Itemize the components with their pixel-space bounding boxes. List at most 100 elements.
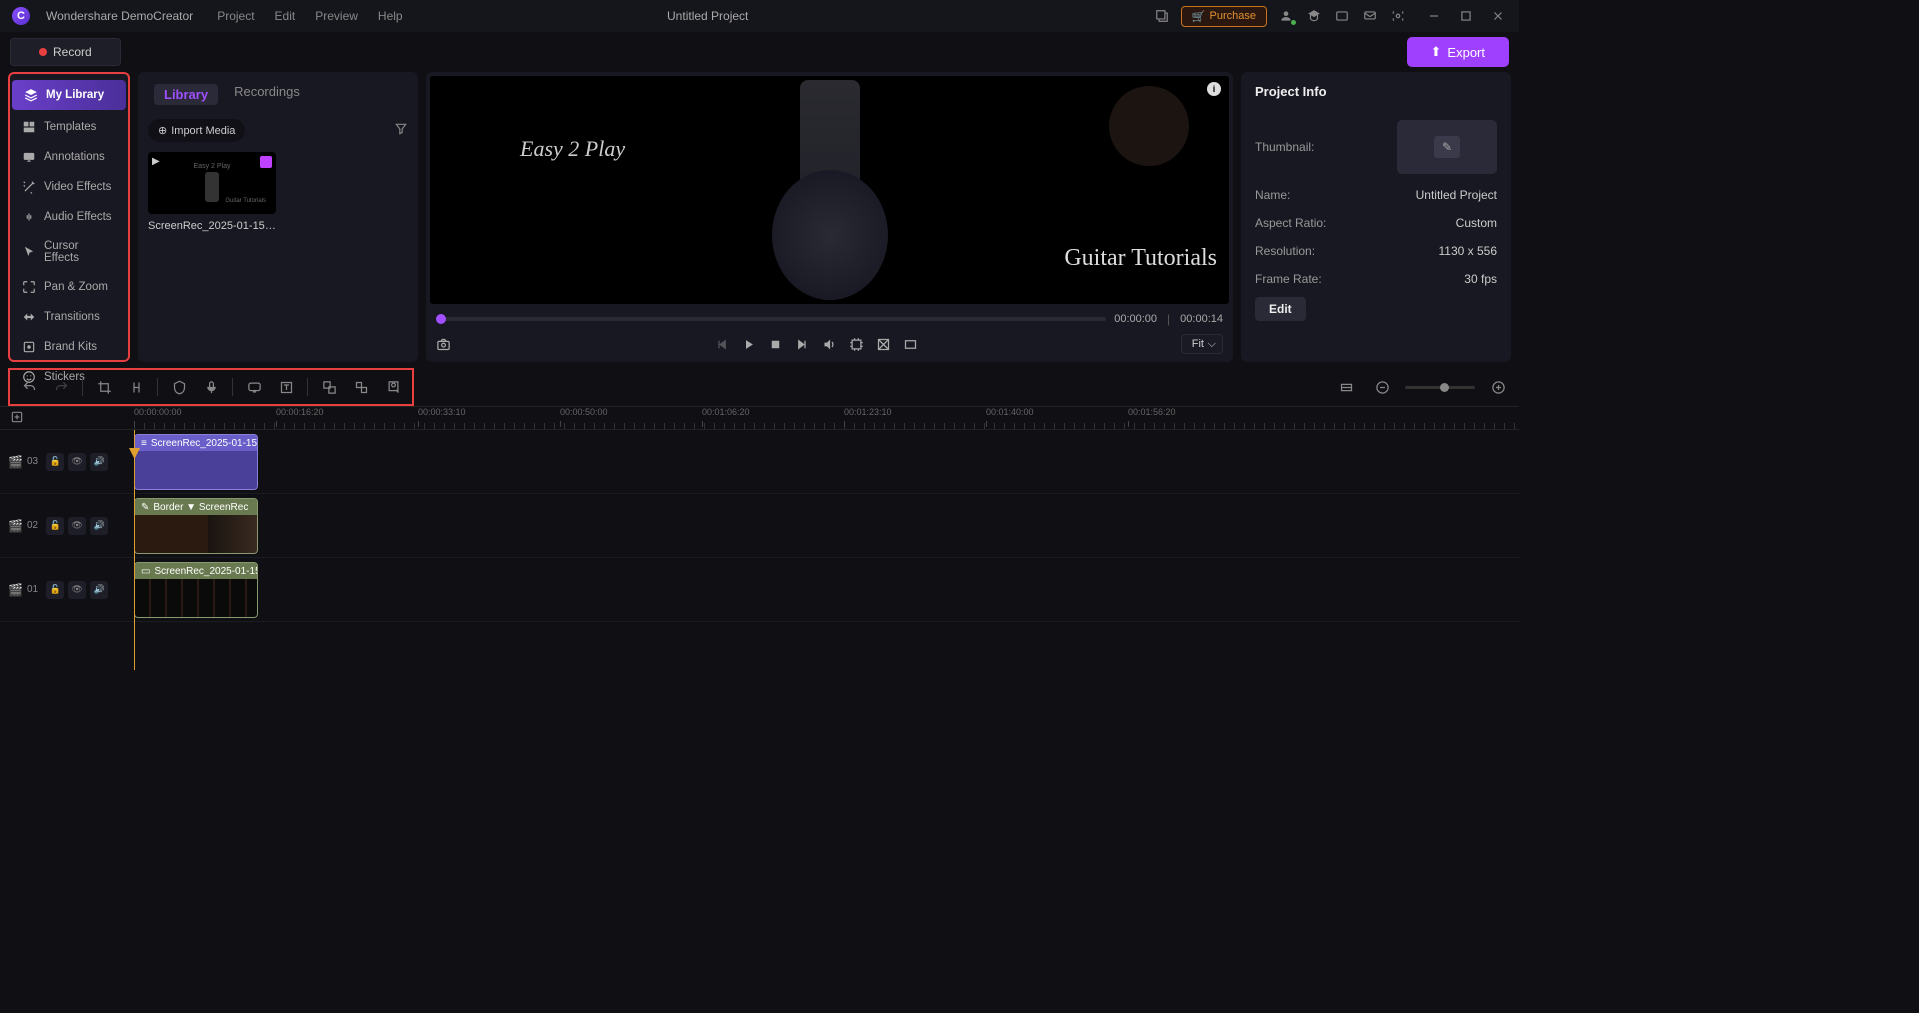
- sidebar-item-transitions[interactable]: Transitions: [10, 302, 128, 332]
- sidebar-item-audio-effects[interactable]: Audio Effects: [10, 202, 128, 232]
- detect-button[interactable]: [380, 374, 406, 400]
- maximize-icon[interactable]: [1457, 7, 1475, 25]
- voiceover-button[interactable]: [198, 374, 224, 400]
- lock-button[interactable]: 🔓: [46, 581, 64, 599]
- media-thumbnail: ▶ Easy 2 Play Guitar Tutorials: [148, 152, 276, 214]
- tab-library[interactable]: Library: [154, 84, 218, 105]
- preview-video[interactable]: Easy 2 Play Guitar Tutorials i: [430, 76, 1229, 304]
- export-button[interactable]: ⬆Export: [1407, 37, 1509, 67]
- tab-recordings[interactable]: Recordings: [234, 84, 300, 105]
- zoom-in-button[interactable]: [1485, 374, 1511, 400]
- ruler-tick: 00:00:00:00: [134, 407, 182, 417]
- stop-button[interactable]: [768, 337, 783, 352]
- snapshot-button[interactable]: [436, 337, 451, 352]
- visibility-button[interactable]: 👁: [68, 453, 86, 471]
- lock-button[interactable]: 🔓: [46, 453, 64, 471]
- crop-button[interactable]: [91, 374, 117, 400]
- aspect-label: Aspect Ratio:: [1255, 216, 1326, 230]
- text-button[interactable]: [273, 374, 299, 400]
- import-media-button[interactable]: ⊕Import Media: [148, 119, 245, 142]
- media-item[interactable]: ▶ Easy 2 Play Guitar Tutorials ScreenRec…: [148, 152, 276, 232]
- cloud-icon[interactable]: [1333, 7, 1351, 25]
- minimize-icon[interactable]: [1425, 7, 1443, 25]
- app-logo: C: [12, 7, 30, 25]
- fit-select[interactable]: Fit ⌵: [1181, 334, 1223, 354]
- mute-button[interactable]: 🔊: [90, 517, 108, 535]
- undo-button[interactable]: [16, 374, 42, 400]
- redo-button[interactable]: [48, 374, 74, 400]
- zoom-handle[interactable]: [1440, 383, 1449, 392]
- transition-icon: [22, 310, 36, 324]
- sidebar-item-video-effects[interactable]: Video Effects: [10, 172, 128, 202]
- filter-icon[interactable]: [394, 122, 408, 139]
- academy-icon[interactable]: [1305, 7, 1323, 25]
- sidebar-item-templates[interactable]: Templates: [10, 112, 128, 142]
- preview-text-right: Guitar Tutorials: [1064, 245, 1217, 272]
- library-panel: Library Recordings ⊕Import Media ▶ Easy …: [138, 72, 418, 362]
- add-track-button[interactable]: [10, 410, 24, 427]
- info-icon[interactable]: i: [1207, 82, 1221, 96]
- split-button[interactable]: [123, 374, 149, 400]
- app-title: Wondershare DemoCreator: [46, 9, 193, 23]
- mute-button[interactable]: 🔊: [90, 453, 108, 471]
- ruler-tick: 00:00:50:00: [560, 407, 608, 417]
- safe-zone-button[interactable]: [876, 337, 891, 352]
- play-button[interactable]: [741, 337, 756, 352]
- track-number: 03: [27, 456, 38, 467]
- fps-label: Frame Rate:: [1255, 272, 1322, 286]
- chat-button[interactable]: [241, 374, 267, 400]
- close-icon[interactable]: [1489, 7, 1507, 25]
- titlebar: C Wondershare DemoCreator Project Edit P…: [0, 0, 1519, 32]
- clip[interactable]: ▭ScreenRec_2025-01-15: [134, 562, 258, 618]
- prev-frame-button[interactable]: [714, 337, 729, 352]
- video-track-icon: 🎬: [8, 583, 23, 597]
- effect-badge-icon: [260, 156, 272, 168]
- sidebar-item-annotations[interactable]: Annotations: [10, 142, 128, 172]
- zoom-slider[interactable]: [1405, 386, 1475, 389]
- sidebar-item-my-library[interactable]: My Library: [12, 80, 126, 110]
- ungroup-button[interactable]: [348, 374, 374, 400]
- volume-button[interactable]: [822, 337, 837, 352]
- seek-bar[interactable]: [436, 317, 1106, 321]
- group-button[interactable]: [316, 374, 342, 400]
- ruler-tick: 00:01:56:20: [1128, 407, 1176, 417]
- new-project-icon[interactable]: [1153, 7, 1171, 25]
- video-icon: ▭: [141, 566, 150, 577]
- menu-project[interactable]: Project: [217, 9, 254, 23]
- sidebar-item-pan-zoom[interactable]: Pan & Zoom: [10, 272, 128, 302]
- playhead[interactable]: [134, 430, 135, 670]
- fullscreen-button[interactable]: [903, 337, 918, 352]
- seek-handle[interactable]: [436, 314, 446, 324]
- track-number: 02: [27, 520, 38, 531]
- mute-button[interactable]: 🔊: [90, 581, 108, 599]
- sidebar-item-cursor-effects[interactable]: Cursor Effects: [10, 232, 128, 272]
- visibility-button[interactable]: 👁: [68, 581, 86, 599]
- timeline-ruler[interactable]: 00:00:00:00 00:00:16:20 00:00:33:10 00:0…: [0, 406, 1519, 430]
- visibility-button[interactable]: 👁: [68, 517, 86, 535]
- sidebar-item-brand-kits[interactable]: Brand Kits: [10, 332, 128, 362]
- preview-panel: Easy 2 Play Guitar Tutorials i 00:00:00 …: [426, 72, 1233, 362]
- purchase-button[interactable]: 🛒Purchase: [1181, 6, 1267, 27]
- duration: 00:00:14: [1180, 313, 1223, 325]
- crop-frame-button[interactable]: [849, 337, 864, 352]
- edit-button[interactable]: Edit: [1255, 297, 1306, 321]
- clip[interactable]: ≡ScreenRec_2025-01-15: [134, 434, 258, 490]
- wand-icon: [22, 180, 36, 194]
- thumbnail-edit[interactable]: ✎: [1397, 120, 1497, 174]
- brand-icon: [22, 340, 36, 354]
- zoom-fit-button[interactable]: [1333, 374, 1359, 400]
- zoom-out-button[interactable]: [1369, 374, 1395, 400]
- ruler-tick: 00:00:33:10: [418, 407, 466, 417]
- preview-text-left: Easy 2 Play: [520, 136, 625, 162]
- track-number: 01: [27, 584, 38, 595]
- next-frame-button[interactable]: [795, 337, 810, 352]
- track-01: 🎬 01 🔓 👁 🔊 ▭ScreenRec_2025-01-15: [0, 558, 1519, 622]
- props-title: Project Info: [1255, 84, 1497, 99]
- record-button[interactable]: Record: [10, 38, 121, 66]
- message-icon[interactable]: [1361, 7, 1379, 25]
- user-icon[interactable]: [1277, 7, 1295, 25]
- lock-button[interactable]: 🔓: [46, 517, 64, 535]
- marker-button[interactable]: [166, 374, 192, 400]
- support-icon[interactable]: [1389, 7, 1407, 25]
- clip[interactable]: ✎Border ▼ ScreenRec: [134, 498, 258, 554]
